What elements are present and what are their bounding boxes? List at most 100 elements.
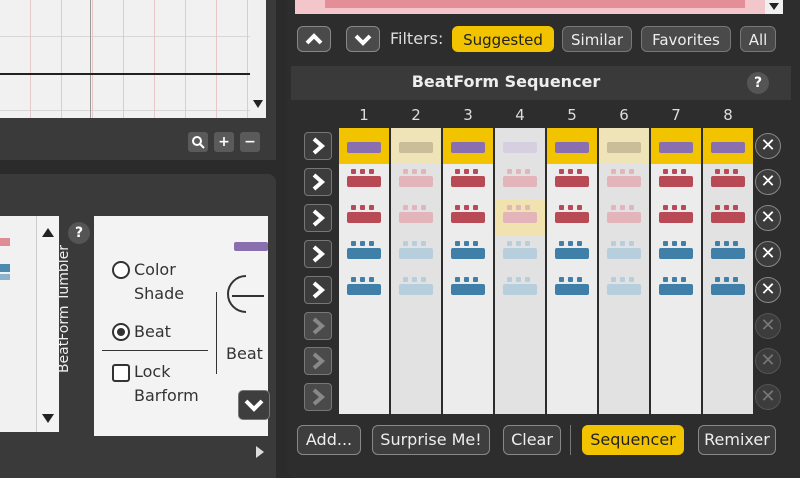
beat-dial-icon[interactable] [224, 272, 268, 316]
browser-scrollbar[interactable] [765, 0, 783, 14]
row-play-button[interactable] [304, 168, 332, 196]
beat-cell[interactable] [651, 128, 701, 164]
tumbler-list[interactable] [0, 216, 36, 432]
row-clear-button[interactable]: ✕ [755, 133, 781, 159]
filter-favorites[interactable]: Favorites [641, 26, 731, 52]
beat-cell[interactable] [339, 272, 389, 308]
beat-cell[interactable] [443, 128, 493, 164]
beat-cell[interactable] [547, 128, 597, 164]
beat-cell[interactable] [495, 272, 545, 308]
beat-cell[interactable] [599, 272, 649, 308]
beat-cell[interactable] [339, 128, 389, 164]
beat-cell[interactable] [703, 272, 753, 308]
list-item[interactable] [0, 264, 10, 272]
row-clear-button[interactable]: ✕ [755, 384, 781, 410]
zoom-search-icon[interactable] [188, 132, 208, 152]
beat-cell[interactable] [651, 272, 701, 308]
beat-cell[interactable] [703, 236, 753, 272]
beat-cell[interactable] [495, 200, 545, 236]
beat-cell[interactable] [547, 164, 597, 200]
beat-marker [568, 241, 573, 246]
beat-cell[interactable] [495, 236, 545, 272]
beat-cell[interactable] [703, 200, 753, 236]
help-icon[interactable]: ? [747, 72, 769, 94]
beat-cell[interactable] [703, 128, 753, 164]
beat-cell[interactable] [443, 236, 493, 272]
beat-cell[interactable] [443, 272, 493, 308]
beat-bar [711, 176, 745, 187]
beat-cell[interactable] [547, 200, 597, 236]
clear-button[interactable]: Clear [503, 425, 561, 455]
beat-cell[interactable] [339, 236, 389, 272]
move-down-button[interactable] [346, 26, 380, 52]
surprise-me-button[interactable]: Surprise Me! [372, 425, 490, 455]
row-play-button[interactable] [304, 240, 332, 268]
expand-button[interactable] [238, 390, 270, 420]
beat-cell[interactable] [443, 200, 493, 236]
beat-cell[interactable] [703, 164, 753, 200]
sequencer-title: BeatForm Sequencer [411, 72, 601, 91]
row-clear-button[interactable]: ✕ [755, 348, 781, 374]
filter-suggested[interactable]: Suggested [452, 26, 554, 52]
beat-bar [347, 248, 381, 259]
timeline-grid[interactable] [0, 0, 266, 118]
row-play-button[interactable] [304, 276, 332, 304]
row-play-button[interactable] [304, 383, 332, 411]
beat-cell[interactable] [599, 128, 649, 164]
color-shade-radio[interactable] [112, 261, 130, 279]
row-clear-button[interactable]: ✕ [755, 313, 781, 339]
chevron-right-icon [312, 209, 326, 227]
beat-marker [421, 169, 426, 174]
scroll-right-icon[interactable] [256, 446, 264, 458]
row-play-button[interactable] [304, 312, 332, 340]
beat-bar [347, 212, 381, 223]
add-button[interactable]: Add... [297, 425, 361, 455]
beat-cell[interactable] [391, 236, 441, 272]
move-up-button[interactable] [297, 26, 331, 52]
beat-cell[interactable] [547, 236, 597, 272]
beat-cell[interactable] [443, 164, 493, 200]
row-play-button[interactable] [304, 204, 332, 232]
beat-cell[interactable] [651, 164, 701, 200]
beat-cell[interactable] [391, 200, 441, 236]
row-clear-button[interactable]: ✕ [755, 277, 781, 303]
zoom-in-icon[interactable]: + [214, 132, 234, 152]
beat-cell[interactable] [391, 272, 441, 308]
scroll-down-icon[interactable] [253, 100, 263, 108]
scroll-down-icon[interactable] [42, 414, 54, 423]
beat-cell[interactable] [495, 164, 545, 200]
beat-marker [421, 241, 426, 246]
row-clear-button[interactable]: ✕ [755, 169, 781, 195]
filter-all[interactable]: All [740, 26, 776, 52]
beat-cell[interactable] [599, 236, 649, 272]
beat-cell[interactable] [391, 128, 441, 164]
beat-marker [681, 241, 686, 246]
list-item[interactable] [0, 274, 10, 280]
beat-marker [473, 205, 478, 210]
row-clear-button[interactable]: ✕ [755, 241, 781, 267]
row-play-button[interactable] [304, 347, 332, 375]
scroll-down-icon[interactable] [769, 3, 779, 10]
beat-cell[interactable] [339, 164, 389, 200]
beat-cell[interactable] [599, 164, 649, 200]
zoom-out-icon[interactable]: − [240, 132, 260, 152]
sequencer-tab[interactable]: Sequencer [582, 425, 684, 455]
beat-cell[interactable] [599, 200, 649, 236]
remixer-tab[interactable]: Remixer [698, 425, 776, 455]
beat-cell[interactable] [547, 272, 597, 308]
scroll-up-icon[interactable] [42, 228, 54, 237]
beat-cell[interactable] [339, 200, 389, 236]
list-item[interactable] [0, 238, 10, 246]
beat-marker [360, 169, 365, 174]
beat-radio[interactable] [112, 323, 130, 341]
timeline-scrollbar[interactable] [250, 0, 266, 118]
row-play-button[interactable] [304, 132, 332, 160]
beat-cell[interactable] [495, 128, 545, 164]
row-clear-button[interactable]: ✕ [755, 205, 781, 231]
beat-cell[interactable] [651, 236, 701, 272]
filter-similar[interactable]: Similar [562, 26, 632, 52]
beat-cell[interactable] [651, 200, 701, 236]
lock-barform-checkbox[interactable] [112, 364, 130, 382]
beat-marker [464, 241, 469, 246]
beat-cell[interactable] [391, 164, 441, 200]
